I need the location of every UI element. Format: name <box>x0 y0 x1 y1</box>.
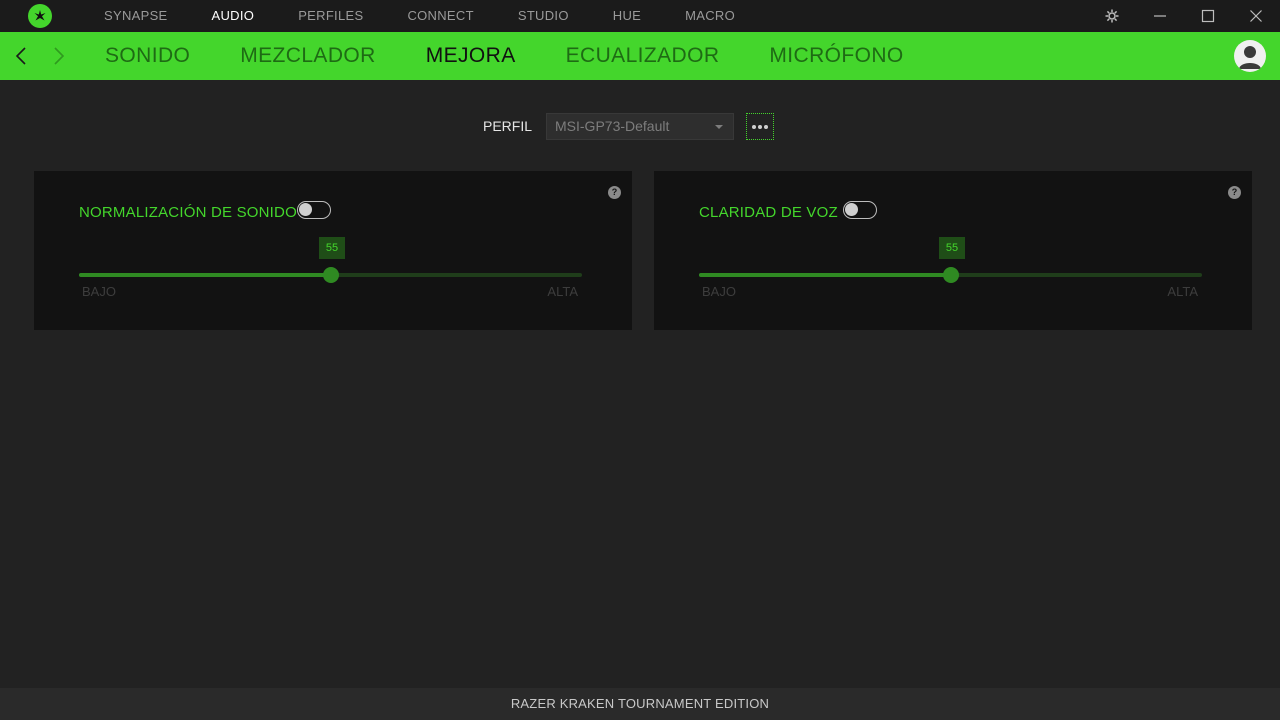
title-bar: SYNAPSE AUDIO PERFILES CONNECT STUDIO HU… <box>0 0 1280 32</box>
topnav-item-perfiles[interactable]: PERFILES <box>276 0 385 32</box>
sub-tabs: SONIDO MEZCLADOR MEJORA ECUALIZADOR MICR… <box>80 32 929 80</box>
maximize-button[interactable] <box>1184 0 1232 32</box>
help-icon[interactable]: ? <box>608 186 621 199</box>
card-title: CLARIDAD DE VOZ <box>699 204 838 221</box>
more-dots-icon <box>752 124 756 129</box>
voice-clarity-toggle[interactable] <box>843 201 877 219</box>
topnav-item-synapse[interactable]: SYNAPSE <box>82 0 190 32</box>
profile-label: PERFIL <box>483 118 533 134</box>
slider-value: 55 <box>319 237 345 259</box>
gear-icon <box>1105 9 1119 23</box>
razer-logo-icon[interactable] <box>28 4 52 28</box>
tab-mezclador[interactable]: MEZCLADOR <box>215 32 400 80</box>
top-nav: SYNAPSE AUDIO PERFILES CONNECT STUDIO HU… <box>82 0 757 32</box>
chevron-right-icon <box>54 47 65 65</box>
close-button[interactable] <box>1232 0 1280 32</box>
card-voice-clarity: CLARIDAD DE VOZ ? 55 BAJO ALTA <box>654 171 1252 330</box>
user-icon <box>1239 46 1261 69</box>
profile-select[interactable]: MSI-GP73-Default <box>546 113 734 140</box>
settings-button[interactable] <box>1088 0 1136 32</box>
minimize-button[interactable] <box>1136 0 1184 32</box>
tab-microfono[interactable]: MICRÓFONO <box>744 32 928 80</box>
chevron-down-icon <box>715 125 723 129</box>
card-sound-normalization: NORMALIZACIÓN DE SONIDO ? 55 BAJO ALTA <box>34 171 632 330</box>
tab-mejora[interactable]: MEJORA <box>401 32 541 80</box>
help-icon[interactable]: ? <box>1228 186 1241 199</box>
close-icon <box>1250 10 1262 22</box>
maximize-icon <box>1201 9 1215 23</box>
forward-button[interactable] <box>47 44 71 68</box>
slider-low-label: BAJO <box>82 284 116 299</box>
topnav-item-audio[interactable]: AUDIO <box>190 0 277 32</box>
profile-selected-value: MSI-GP73-Default <box>555 118 670 134</box>
card-title: NORMALIZACIÓN DE SONIDO <box>79 204 297 221</box>
slider-thumb[interactable] <box>943 267 959 283</box>
sound-normalization-slider[interactable] <box>79 267 582 283</box>
slider-high-label: ALTA <box>547 284 578 299</box>
voice-clarity-slider[interactable] <box>699 267 1202 283</box>
chevron-left-icon <box>15 47 26 65</box>
sound-normalization-toggle[interactable] <box>297 201 331 219</box>
device-footer: RAZER KRAKEN TOURNAMENT EDITION <box>0 688 1280 720</box>
slider-high-label: ALTA <box>1167 284 1198 299</box>
profile-more-button[interactable] <box>746 113 774 140</box>
sub-nav: SONIDO MEZCLADOR MEJORA ECUALIZADOR MICR… <box>0 32 1280 80</box>
topnav-item-connect[interactable]: CONNECT <box>385 0 495 32</box>
tab-ecualizador[interactable]: ECUALIZADOR <box>541 32 745 80</box>
topnav-item-macro[interactable]: MACRO <box>663 0 757 32</box>
back-button[interactable] <box>9 44 33 68</box>
slider-value: 55 <box>939 237 965 259</box>
tab-sonido[interactable]: SONIDO <box>80 32 215 80</box>
user-avatar[interactable] <box>1234 40 1266 72</box>
slider-low-label: BAJO <box>702 284 736 299</box>
topnav-item-studio[interactable]: STUDIO <box>496 0 591 32</box>
topnav-item-hue[interactable]: HUE <box>591 0 663 32</box>
slider-thumb[interactable] <box>323 267 339 283</box>
minimize-icon <box>1154 15 1166 17</box>
